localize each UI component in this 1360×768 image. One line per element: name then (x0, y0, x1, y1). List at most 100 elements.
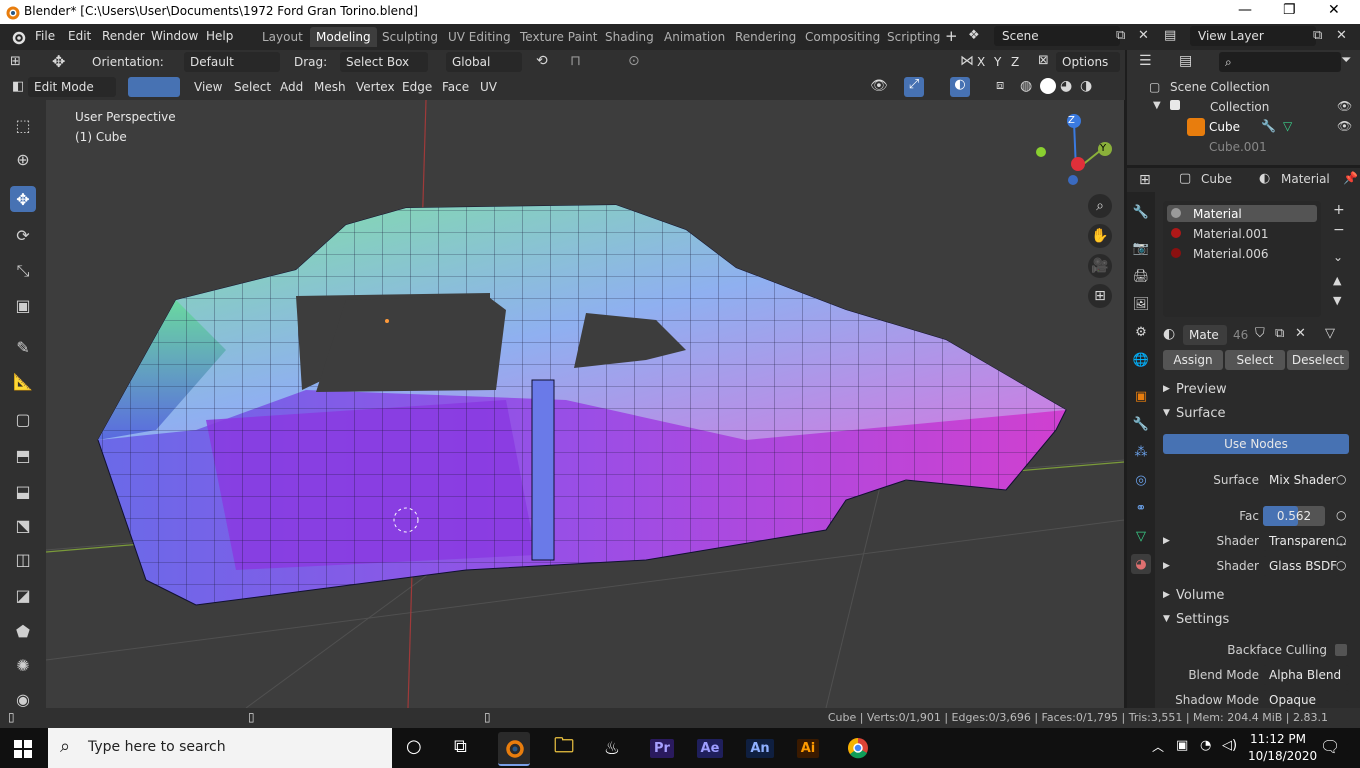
select-button[interactable]: Select (1225, 350, 1285, 370)
tab-rendering[interactable]: Rendering (729, 27, 802, 47)
clock-time[interactable]: 11:12 PM (1250, 732, 1306, 746)
shader2-field[interactable]: Glass BSDF (1263, 556, 1339, 576)
menu-view[interactable]: View (194, 77, 222, 97)
material-name-field[interactable]: Mate (1183, 325, 1227, 345)
options-dropdown[interactable]: Options (1056, 52, 1120, 72)
tab-modeling[interactable]: Modeling (310, 27, 377, 47)
render-tab-icon[interactable]: 📷 (1131, 238, 1151, 258)
new-view-layer-icon[interactable]: ⧉ (1313, 28, 1322, 43)
collapse-icon[interactable]: ▼ (1153, 100, 1161, 111)
menu-window[interactable]: Window (151, 29, 198, 43)
xray-icon[interactable]: ⧈ (996, 78, 1004, 93)
pin-icon[interactable]: 📌 (1343, 171, 1358, 185)
zoom-icon[interactable]: ⌕ (1088, 194, 1112, 218)
notifications-icon[interactable]: 🗨 (1320, 737, 1340, 756)
volume-collapse-icon[interactable]: ▶ (1163, 590, 1170, 600)
tab-uv-editing[interactable]: UV Editing (442, 27, 517, 47)
add-slot-icon[interactable]: + (1333, 202, 1345, 218)
proportional-edit-icon[interactable]: ⊙ (628, 53, 640, 69)
preview-panel-header[interactable]: Preview (1176, 382, 1227, 397)
tool-tab-icon[interactable]: 🔧 (1131, 202, 1151, 222)
constraints-tab-icon[interactable]: ⚭ (1131, 498, 1151, 518)
select-mode-toggles[interactable] (128, 77, 180, 97)
deselect-button[interactable]: Deselect (1287, 350, 1349, 370)
world-tab-icon[interactable]: 🌐 (1131, 350, 1151, 370)
add-cube-tool-icon[interactable]: ▢ (10, 406, 36, 432)
mesh-data-icon[interactable]: ▽ (1283, 119, 1292, 133)
surface-panel-header[interactable]: Surface (1176, 406, 1226, 421)
overlay-toggle-icon[interactable]: ◐ (950, 77, 970, 97)
cursor-tool-icon[interactable]: ⊕ (10, 146, 36, 172)
move-tool-icon[interactable]: ✥ (10, 186, 36, 212)
move-up-icon[interactable]: ▲ (1333, 274, 1341, 287)
new-scene-icon[interactable]: ⧉ (1116, 28, 1125, 43)
material-shading-icon[interactable]: ◕ (1060, 78, 1072, 94)
axis-z-toggle[interactable]: Z (1011, 52, 1019, 72)
physics-tab-icon[interactable]: ◎ (1131, 470, 1151, 490)
blender-menu-icon[interactable] (10, 29, 26, 45)
properties-editor-icon[interactable]: ⊞ (1139, 172, 1151, 188)
menu-file[interactable]: File (35, 29, 55, 43)
pan-hand-icon[interactable]: ✋ (1088, 224, 1112, 248)
slot-specials-icon[interactable]: ⌄ (1333, 250, 1343, 264)
shadow-mode-dropdown[interactable]: Opaque (1263, 690, 1349, 710)
display-mode-icon[interactable]: ▤ (1179, 53, 1192, 69)
pivot-icon[interactable]: ⟲ (536, 53, 548, 69)
snap-target-icon[interactable]: ⊠ (1038, 53, 1049, 68)
rendered-shading-icon[interactable]: ◑ (1080, 78, 1092, 94)
view-layer-field[interactable]: View Layer (1190, 26, 1316, 46)
premiere-icon[interactable]: Pr (646, 732, 678, 764)
camera-icon[interactable]: 🎥 (1088, 254, 1112, 278)
close-button[interactable]: ✕ (1328, 2, 1340, 18)
eye-icon-cube[interactable]: 👁 (1337, 119, 1352, 133)
maximize-button[interactable]: ❐ (1283, 2, 1296, 18)
annotate-tool-icon[interactable]: ✎ (10, 334, 36, 360)
gizmo-toggle-icon[interactable]: ⤢ (904, 77, 924, 97)
solid-shading-icon[interactable] (1040, 78, 1056, 94)
blender-taskbar-icon[interactable] (498, 732, 530, 766)
link-type-icon[interactable]: ▽ (1325, 326, 1335, 341)
modifier-icon[interactable]: 🔧 (1261, 119, 1276, 133)
loop-cut-tool-icon[interactable]: ◫ (10, 546, 36, 572)
use-nodes-button[interactable]: Use Nodes (1163, 434, 1349, 454)
socket-icon[interactable]: ○ (1336, 508, 1346, 522)
axis-x-toggle[interactable]: X (977, 52, 985, 72)
fac-slider[interactable]: 0.562 (1263, 506, 1325, 526)
menu-render[interactable]: Render (102, 29, 145, 43)
grid-view-icon[interactable]: ⊞ (1088, 284, 1112, 308)
snap-icon[interactable]: ⊓ (570, 53, 581, 69)
socket-icon[interactable]: ○ (1336, 533, 1346, 547)
socket-icon[interactable]: ○ (1336, 558, 1346, 572)
steam-icon[interactable]: ♨ (596, 732, 628, 764)
knife-tool-icon[interactable]: ◪ (10, 582, 36, 608)
delete-view-layer-icon[interactable]: ✕ (1336, 28, 1347, 43)
outliner-editor-icon[interactable]: ☰ (1139, 53, 1152, 69)
mirror-icon[interactable]: ⋈ (960, 53, 974, 69)
socket-icon[interactable]: ○ (1336, 472, 1346, 486)
outliner-item-cube001[interactable]: Cube.001 (1209, 140, 1267, 154)
preview-collapse-icon[interactable]: ▶ (1163, 384, 1170, 394)
remove-slot-icon[interactable]: − (1333, 222, 1345, 238)
settings-panel-header[interactable]: Settings (1176, 612, 1229, 627)
tab-texture-paint[interactable]: Texture Paint (514, 27, 603, 47)
fake-user-shield-icon[interactable]: ⛉ (1255, 326, 1265, 341)
outliner-scene-collection[interactable]: Scene Collection (1170, 80, 1270, 94)
modifier-tab-icon[interactable]: 🔧 (1131, 414, 1151, 434)
editor-type-icon[interactable]: ⊞ (10, 54, 21, 69)
wireframe-shading-icon[interactable]: ◍ (1020, 78, 1032, 94)
blend-mode-dropdown[interactable]: Alpha Blend (1263, 665, 1349, 685)
filter-icon[interactable]: ⏷ (1341, 53, 1351, 68)
shader1-field[interactable]: Transparen... (1263, 531, 1347, 551)
menu-select[interactable]: Select (234, 77, 271, 97)
windows-start-icon[interactable] (14, 740, 32, 758)
view-layer-tab-icon[interactable]: 🖼 (1131, 294, 1151, 314)
assign-button[interactable]: Assign (1163, 350, 1223, 370)
browse-material-icon[interactable]: ◐ (1163, 326, 1175, 342)
menu-help[interactable]: Help (206, 29, 233, 43)
material-tab-icon[interactable]: ◕ (1131, 554, 1151, 574)
menu-uv[interactable]: UV (480, 77, 497, 97)
eye-icon[interactable]: 👁 (1337, 99, 1352, 113)
particles-tab-icon[interactable]: ⁂ (1131, 442, 1151, 462)
settings-expand-icon[interactable]: ▼ (1163, 614, 1170, 624)
material-slot-1[interactable]: Material.001 (1193, 227, 1268, 241)
